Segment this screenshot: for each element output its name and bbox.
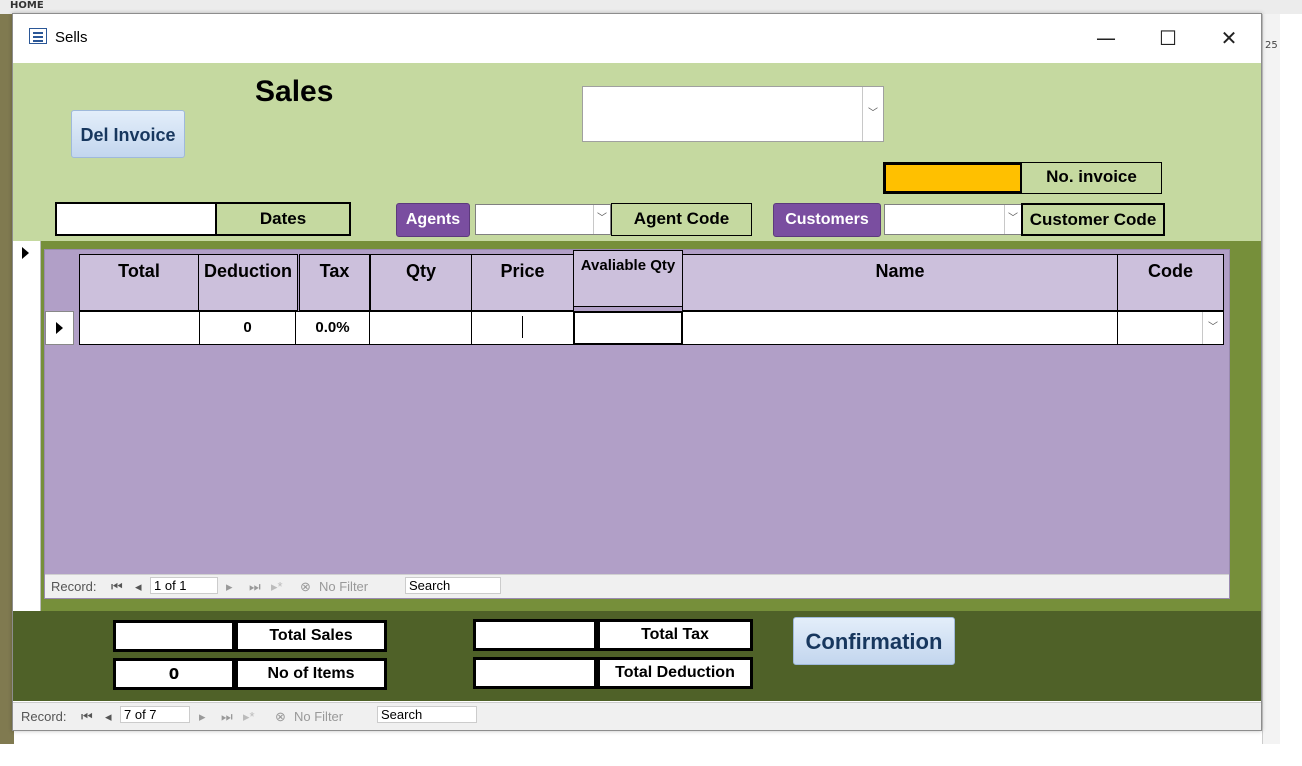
cell-code[interactable]: ﹀	[1117, 311, 1224, 345]
agent-combo[interactable]: ﹀	[475, 204, 611, 235]
sells-window: Sells — ☐ ✕ Sales Del Invoice ﹀ No. invo…	[12, 13, 1262, 731]
record-position-input[interactable]: 1 of 1	[150, 577, 218, 594]
last-record-icon[interactable]: ⏭	[249, 579, 261, 595]
background-ribbon	[0, 0, 1302, 14]
invoice-number-field[interactable]	[883, 162, 1023, 194]
record-selector-icon	[22, 247, 29, 259]
no-filter-button[interactable]: No Filter	[294, 709, 343, 724]
current-row-icon	[56, 322, 63, 334]
invoice-number-label: No. invoice	[1021, 162, 1162, 194]
agents-button[interactable]: Agents	[396, 203, 470, 237]
column-header-total[interactable]: Total	[79, 254, 199, 311]
prev-record-icon[interactable]: ◂	[135, 579, 142, 595]
column-header-code[interactable]: Code	[1117, 254, 1224, 311]
total-sales-label: Total Sales	[235, 620, 387, 652]
column-header-price[interactable]: Price	[471, 254, 574, 311]
last-record-icon[interactable]: ⏭	[221, 709, 233, 725]
title-bar: Sells — ☐ ✕	[13, 14, 1261, 63]
customer-combo[interactable]: ﹀	[884, 204, 1022, 235]
column-header-available-qty[interactable]: Avaliable Qty	[573, 250, 683, 307]
total-tax-field[interactable]	[473, 619, 597, 651]
filter-icon[interactable]: ⊗	[275, 709, 286, 725]
filter-icon[interactable]: ⊗	[300, 579, 311, 595]
dates-field[interactable]	[55, 202, 217, 236]
new-record-icon[interactable]: ▸*	[243, 709, 255, 725]
column-header-tax[interactable]: Tax	[299, 254, 370, 311]
column-header-name[interactable]: Name	[682, 254, 1118, 311]
cell-name[interactable]	[682, 311, 1118, 345]
window-title: Sells	[55, 29, 88, 46]
main-navigation-bar: Record: ⏮ ◂ 7 of 7 ▸ ⏭ ▸* ⊗ No Filter Se…	[13, 702, 1261, 730]
search-input[interactable]: Search	[377, 706, 477, 723]
no-filter-button[interactable]: No Filter	[319, 579, 368, 594]
next-record-icon[interactable]: ▸	[199, 709, 206, 725]
text-caret	[522, 316, 523, 338]
total-sales-field[interactable]	[113, 620, 235, 652]
chevron-down-icon[interactable]: ﹀	[593, 205, 610, 234]
del-invoice-button[interactable]: Del Invoice	[71, 110, 185, 158]
search-input[interactable]: Search	[405, 577, 501, 594]
form-header: Sales Del Invoice ﹀ No. invoice Dates Ag…	[13, 63, 1261, 241]
cell-available-qty[interactable]	[573, 311, 683, 345]
background-right-pane	[1262, 14, 1280, 744]
dates-label: Dates	[215, 202, 351, 236]
form-footer: Total Sales 0 No of Items Total Tax Tota…	[13, 611, 1261, 701]
form-detail: Total Deduction Tax Qty Price Avaliable …	[13, 241, 1261, 611]
cell-deduction[interactable]: 0	[199, 311, 296, 345]
cell-total[interactable]	[79, 311, 200, 345]
prev-record-icon[interactable]: ◂	[105, 709, 112, 725]
items-count-field[interactable]: 0	[113, 658, 235, 690]
cell-tax[interactable]: 0.0%	[295, 311, 370, 345]
record-label: Record:	[21, 709, 67, 724]
sales-lines-subform: Total Deduction Tax Qty Price Avaliable …	[44, 249, 1230, 599]
header-spacer	[45, 254, 79, 311]
total-tax-label: Total Tax	[597, 619, 753, 651]
subform-navigation-bar: Record: ⏮ ◂ 1 of 1 ▸ ⏭ ▸* ⊗ No Filter Se…	[45, 574, 1229, 598]
chevron-down-icon[interactable]: ﹀	[1202, 312, 1223, 344]
column-header-deduction[interactable]: Deduction	[198, 254, 298, 311]
ribbon-tab-home[interactable]: HOME	[10, 0, 44, 11]
chevron-down-icon[interactable]: ﹀	[862, 87, 883, 141]
close-button[interactable]: ✕	[1206, 22, 1252, 54]
cell-qty[interactable]	[369, 311, 472, 345]
page-title: Sales	[255, 75, 334, 108]
first-record-icon[interactable]: ⏮	[111, 579, 123, 595]
background-number: 25	[1265, 40, 1278, 51]
column-header-qty[interactable]: Qty	[370, 254, 472, 311]
chevron-down-icon[interactable]: ﹀	[1004, 205, 1021, 234]
minimize-button[interactable]: —	[1083, 22, 1129, 54]
form-icon	[29, 28, 47, 44]
agent-code-label: Agent Code	[611, 203, 752, 236]
maximize-button[interactable]: ☐	[1145, 22, 1191, 54]
invoice-combo[interactable]: ﹀	[582, 86, 884, 142]
total-deduction-field[interactable]	[473, 657, 597, 689]
new-record-icon[interactable]: ▸*	[271, 579, 283, 595]
row-selector[interactable]	[45, 311, 74, 345]
total-deduction-label: Total Deduction	[597, 657, 753, 689]
record-position-input[interactable]: 7 of 7	[120, 706, 190, 723]
next-record-icon[interactable]: ▸	[226, 579, 233, 595]
confirmation-button[interactable]: Confirmation	[793, 617, 955, 665]
items-count-label: No of Items	[235, 658, 387, 690]
record-selector-column[interactable]	[13, 241, 41, 611]
first-record-icon[interactable]: ⏮	[81, 709, 93, 725]
record-label: Record:	[51, 579, 97, 594]
customer-code-label: Customer Code	[1021, 203, 1165, 236]
customers-button[interactable]: Customers	[773, 203, 881, 237]
